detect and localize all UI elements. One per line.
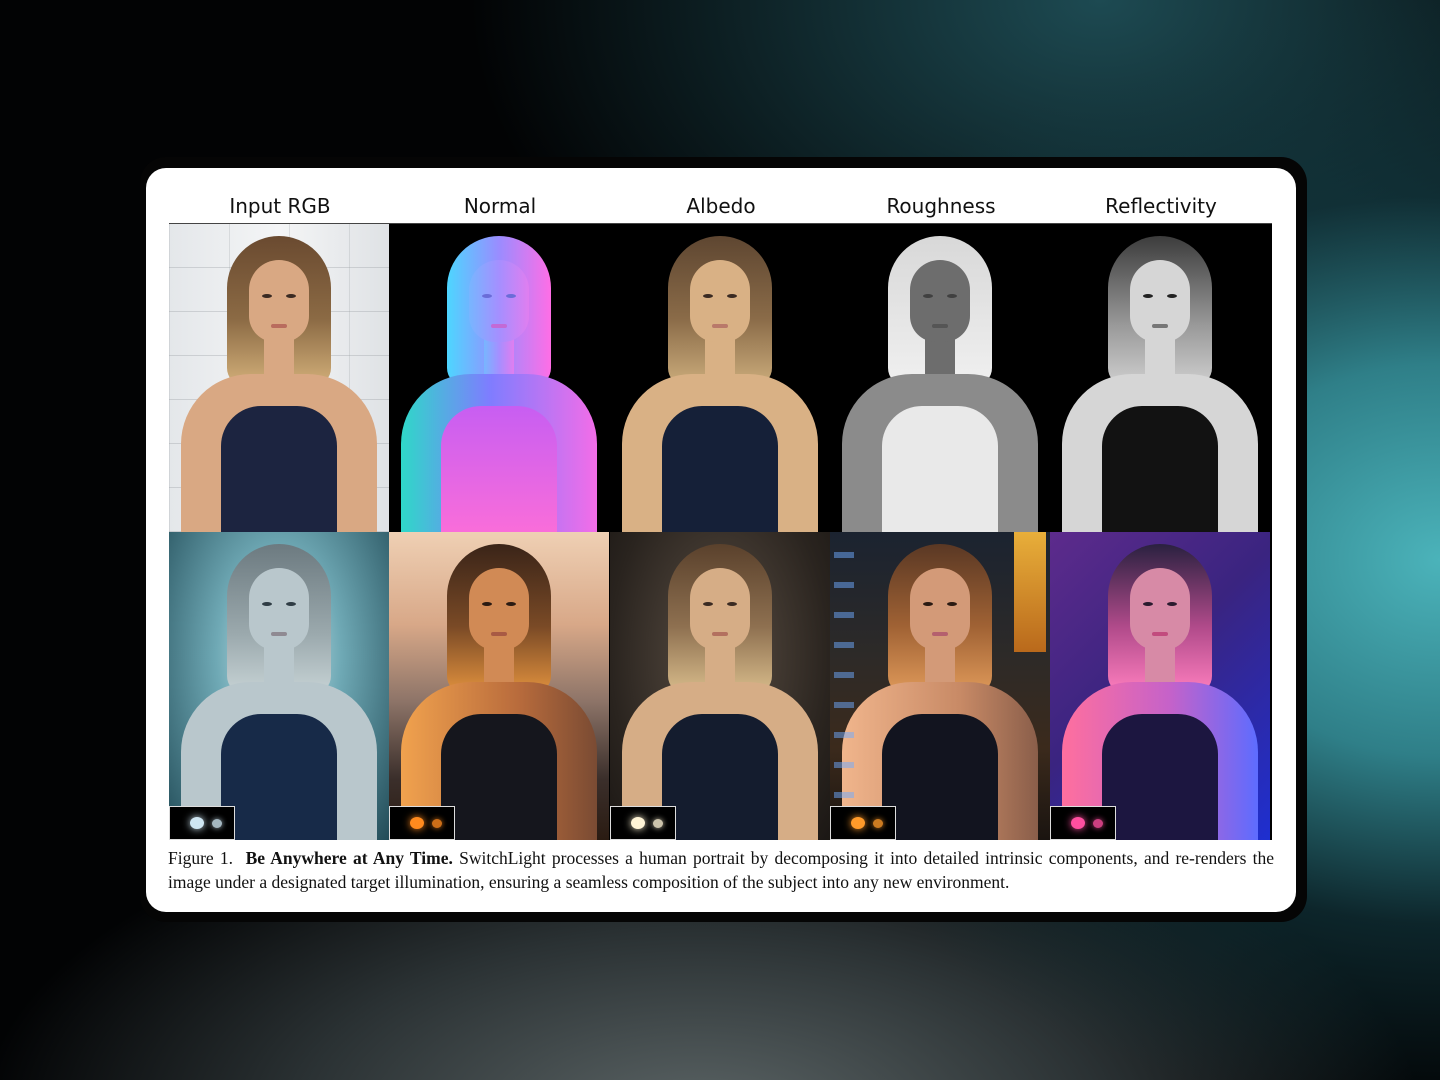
portrait-top	[1102, 406, 1218, 532]
environment-map-inset	[389, 806, 455, 840]
relit-neon-portrait	[1050, 532, 1270, 840]
portrait-eye-l	[923, 294, 933, 298]
portrait-lips	[1152, 632, 1168, 636]
portrait-face	[249, 260, 309, 342]
figure-card: Input RGB Normal Albedo Roughness Reflec…	[146, 168, 1296, 912]
normal-map-portrait	[389, 224, 609, 532]
relit-ice-portrait	[169, 532, 389, 840]
image-grid	[169, 224, 1272, 840]
portrait-eye-r	[727, 602, 737, 606]
portrait-eye-r	[947, 602, 957, 606]
portrait-eye-r	[286, 602, 296, 606]
caption-title: Be Anywhere at Any Time.	[245, 848, 453, 868]
portrait-face	[469, 260, 529, 342]
portrait-eye-l	[703, 294, 713, 298]
portrait-eye-l	[1143, 602, 1153, 606]
portrait-top	[441, 714, 557, 840]
portrait-figure	[830, 532, 1050, 840]
portrait-figure	[830, 224, 1050, 532]
column-label-reflectivity: Reflectivity	[1105, 194, 1217, 218]
portrait-lips	[1152, 324, 1168, 328]
portrait-face	[690, 568, 750, 650]
portrait-top	[882, 714, 998, 840]
portrait-lips	[491, 324, 507, 328]
portrait-face	[910, 568, 970, 650]
portrait-top	[1102, 714, 1218, 840]
portrait-figure	[610, 224, 830, 532]
column-label-normal: Normal	[463, 194, 537, 218]
portrait-figure	[1050, 532, 1270, 840]
portrait-eye-r	[727, 294, 737, 298]
portrait-face	[469, 568, 529, 650]
light-source-blob	[631, 817, 645, 829]
portrait-eye-l	[923, 602, 933, 606]
portrait-face	[690, 260, 750, 342]
portrait-face	[910, 260, 970, 342]
environment-map-inset	[830, 806, 896, 840]
column-label-input-rgb: Input RGB	[229, 194, 331, 218]
column-labels: Input RGB Normal Albedo Roughness Reflec…	[170, 194, 1274, 224]
portrait-eye-l	[482, 602, 492, 606]
portrait-eye-l	[482, 294, 492, 298]
figure-caption: Figure 1. Be Anywhere at Any Time. Switc…	[168, 846, 1274, 894]
portrait-eye-l	[1143, 294, 1153, 298]
portrait-face	[249, 568, 309, 650]
portrait-top	[882, 406, 998, 532]
portrait-figure	[1050, 224, 1270, 532]
portrait-lips	[271, 324, 287, 328]
relit-city-portrait	[830, 532, 1050, 840]
environment-map-inset	[169, 806, 235, 840]
light-source-blob	[851, 817, 865, 829]
portrait-lips	[712, 324, 728, 328]
portrait-eye-l	[262, 294, 272, 298]
portrait-top	[662, 406, 778, 532]
portrait-eye-l	[703, 602, 713, 606]
portrait-face	[1130, 260, 1190, 342]
column-label-albedo: Albedo	[686, 194, 756, 218]
portrait-top	[221, 714, 337, 840]
portrait-figure	[610, 532, 830, 840]
portrait-top	[221, 406, 337, 532]
portrait-lips	[932, 632, 948, 636]
light-source-blob	[410, 817, 424, 829]
light-source-blob	[190, 817, 204, 829]
portrait-lips	[712, 632, 728, 636]
input-rgb-portrait	[169, 224, 389, 532]
portrait-eye-r	[506, 602, 516, 606]
portrait-face	[1130, 568, 1190, 650]
light-source-blob	[1093, 819, 1103, 828]
portrait-eye-r	[286, 294, 296, 298]
roughness-portrait	[830, 224, 1050, 532]
relit-sunset-portrait	[389, 532, 609, 840]
portrait-figure	[169, 532, 389, 840]
portrait-figure	[389, 224, 609, 532]
portrait-top	[441, 406, 557, 532]
light-source-blob	[653, 819, 663, 828]
portrait-figure	[169, 224, 389, 532]
portrait-eye-l	[262, 602, 272, 606]
column-label-roughness: Roughness	[886, 194, 996, 218]
light-source-blob	[873, 819, 883, 828]
light-source-blob	[432, 819, 442, 828]
reflectivity-portrait	[1050, 224, 1270, 532]
light-source-blob	[212, 819, 222, 828]
light-source-blob	[1071, 817, 1085, 829]
relit-studio-portrait	[610, 532, 830, 840]
environment-map-inset	[610, 806, 676, 840]
portrait-eye-r	[1167, 294, 1177, 298]
environment-map-inset	[1050, 806, 1116, 840]
albedo-portrait	[610, 224, 830, 532]
portrait-eye-r	[506, 294, 516, 298]
caption-number: Figure 1.	[168, 848, 234, 868]
portrait-lips	[491, 632, 507, 636]
portrait-eye-r	[947, 294, 957, 298]
portrait-eye-r	[1167, 602, 1177, 606]
portrait-top	[662, 714, 778, 840]
portrait-figure	[389, 532, 609, 840]
portrait-lips	[932, 324, 948, 328]
portrait-lips	[271, 632, 287, 636]
